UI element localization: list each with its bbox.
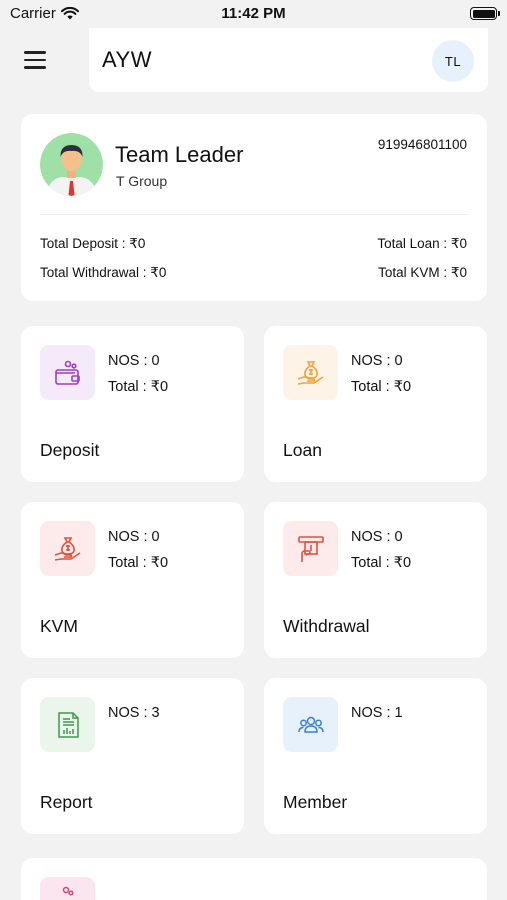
member-tile[interactable]: NOS : 1 Member — [264, 678, 487, 834]
withdrawal-nos: NOS : 0 — [351, 529, 403, 545]
divider — [40, 214, 468, 215]
user-name: Team Leader — [115, 142, 244, 167]
deposit-nos: NOS : 0 — [108, 353, 160, 369]
group-icon — [297, 716, 324, 733]
total-kvm: Total KVM : ₹0 — [378, 265, 467, 280]
total-loan: Total Loan : ₹0 — [377, 236, 467, 251]
report-icon — [57, 711, 79, 738]
kvm-total: Total : ₹0 — [108, 555, 169, 571]
loan-title: Loan — [283, 440, 322, 460]
withdrawal-tile[interactable]: NOS : 0 Total : ₹0 Withdrawal — [264, 502, 487, 658]
kvm-nos: NOS : 0 — [108, 529, 160, 545]
battery-icon — [470, 7, 500, 20]
withdrawal-icon-box — [283, 521, 338, 576]
loan-nos: NOS : 0 — [351, 353, 403, 369]
kvm-title: KVM — [40, 616, 78, 636]
user-phone: 919946801100 — [377, 137, 467, 152]
status-time: 11:42 PM — [221, 5, 286, 22]
report-nos: NOS : 3 — [108, 705, 160, 721]
coins-icon — [62, 886, 74, 896]
app-header: AYW TL — [89, 28, 488, 92]
partial-icon-box — [40, 877, 95, 900]
deposit-total: Total : ₹0 — [108, 379, 169, 395]
deposit-title: Deposit — [40, 440, 100, 460]
partial-tile[interactable] — [21, 858, 487, 900]
money-bag-hand-icon — [297, 360, 323, 385]
menu-icon[interactable] — [18, 46, 52, 74]
report-icon-box — [40, 697, 95, 752]
app-title: AYW — [102, 47, 152, 72]
atm-withdraw-icon — [297, 535, 324, 562]
wallet-icon — [54, 360, 80, 385]
loan-icon-box — [283, 345, 338, 400]
total-withdrawal: Total Withdrawal : ₹0 — [40, 265, 167, 280]
user-group: T Group — [116, 173, 168, 189]
money-bag-hand-icon — [54, 536, 80, 561]
member-nos: NOS : 1 — [351, 705, 403, 721]
loan-tile[interactable]: NOS : 0 Total : ₹0 Loan — [264, 326, 487, 482]
member-icon-box — [283, 697, 338, 752]
kvm-icon-box — [40, 521, 95, 576]
report-tile[interactable]: NOS : 3 Report — [21, 678, 244, 834]
profile-avatar-button[interactable]: TL — [432, 40, 474, 82]
total-deposit: Total Deposit : ₹0 — [40, 236, 146, 251]
kvm-tile[interactable]: NOS : 0 Total : ₹0 KVM — [21, 502, 244, 658]
user-avatar — [40, 133, 103, 196]
withdrawal-total: Total : ₹0 — [351, 555, 412, 571]
profile-card: Team Leader T Group 919946801100 Total D… — [21, 114, 487, 301]
deposit-icon-box — [40, 345, 95, 400]
person-avatar-icon — [40, 133, 103, 196]
deposit-tile[interactable]: NOS : 0 Total : ₹0 Deposit — [21, 326, 244, 482]
withdrawal-title: Withdrawal — [283, 616, 370, 636]
status-bar: Carrier 11:42 PM — [0, 0, 507, 28]
report-title: Report — [40, 792, 93, 812]
member-title: Member — [283, 792, 348, 812]
loan-total: Total : ₹0 — [351, 379, 412, 395]
